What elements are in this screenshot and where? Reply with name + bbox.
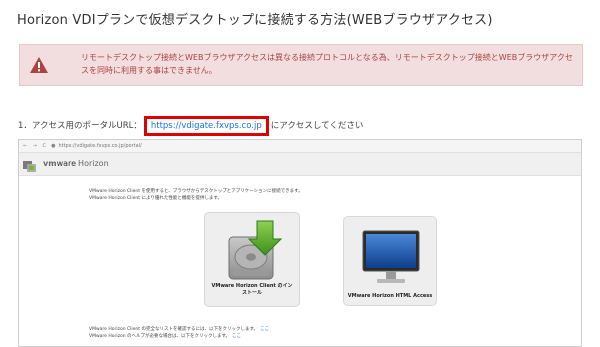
brand-vm: vm — [43, 159, 57, 168]
brand-ware: ware — [56, 159, 77, 168]
intro-line-2: VMware Horizon Client により優れた性能と機能を提供します。 — [89, 196, 222, 201]
lock-icon: ● — [51, 143, 56, 149]
page-title: Horizon VDIプランで仮想デスクトップに接続する方法(WEBブラウザアク… — [17, 13, 493, 28]
help-link[interactable]: ここ — [232, 334, 241, 339]
vmware-header: vmware Horizon — [19, 153, 581, 176]
footer-line-1-text: VMware Horizon Client の完全なリストを確認するには、以下を… — [89, 327, 258, 332]
brand-product: Horizon — [78, 159, 109, 168]
step-1: 1．アクセス用のポータルURL： https://vdigate.fxvps.co… — [18, 116, 363, 136]
install-client-label: VMware Horizon Client のイン ストール — [205, 283, 299, 297]
warning-text: リモートデスクトップ接続とWEBブラウザアクセスは異なる接続プロトコルとなる為、… — [81, 53, 573, 75]
vmware-brand: vmware Horizon — [43, 158, 109, 170]
footer-line-2-text: VMware Horizon のヘルプが必要な場合は、以下をクリックします。 — [89, 334, 231, 339]
install-client-label-line-1: VMware Horizon Client のイン — [211, 283, 293, 289]
portal-url-link[interactable]: https://vdigate.fxvps.co.jp — [151, 121, 262, 131]
html-access-label: VMware Horizon HTML Access — [347, 293, 433, 299]
browser-address-bar: ← → C ● https://vdigate.fxvps.co.jp/portal… — [19, 140, 581, 153]
footer-text: VMware Horizon Client の完全なリストを確認するには、以下を… — [89, 326, 269, 340]
browser-nav-icons: ← → C — [23, 143, 49, 149]
step-1-suffix: にアクセスしてください — [270, 121, 364, 131]
html-access-tile[interactable]: VMware Horizon HTML Access — [343, 216, 437, 306]
monitor-icon — [362, 230, 420, 283]
footer-line-2: VMware Horizon のヘルプが必要な場合は、以下をクリックします。 ここ — [89, 333, 269, 340]
footer-line-1: VMware Horizon Client の完全なリストを確認するには、以下を… — [89, 326, 269, 333]
browser-address-text: https://vdigate.fxvps.co.jp/portal/ — [58, 143, 142, 149]
warning-alert: リモートデスクトップ接続とWEBブラウザアクセスは異なる接続プロトコルとなる為、… — [19, 44, 583, 86]
vmware-logo-icon — [23, 158, 39, 177]
disk-drive-icon — [228, 220, 283, 280]
install-client-label-line-2: ストール — [241, 290, 262, 296]
intro-text: VMware Horizon Client を使用すると、ブラウザからデスクトッ… — [89, 188, 303, 202]
step-1-prefix: 1．アクセス用のポータルURL： — [18, 121, 142, 131]
portal-url-highlight: https://vdigate.fxvps.co.jp — [143, 116, 269, 136]
browser-screenshot: ← → C ● https://vdigate.fxvps.co.jp/portal… — [18, 139, 582, 347]
install-client-tile[interactable]: VMware Horizon Client のイン ストール — [204, 212, 300, 307]
client-list-link[interactable]: ここ — [260, 327, 269, 332]
intro-line-1: VMware Horizon Client を使用すると、ブラウザからデスクトッ… — [89, 189, 303, 194]
warning-triangle-icon — [29, 56, 49, 78]
